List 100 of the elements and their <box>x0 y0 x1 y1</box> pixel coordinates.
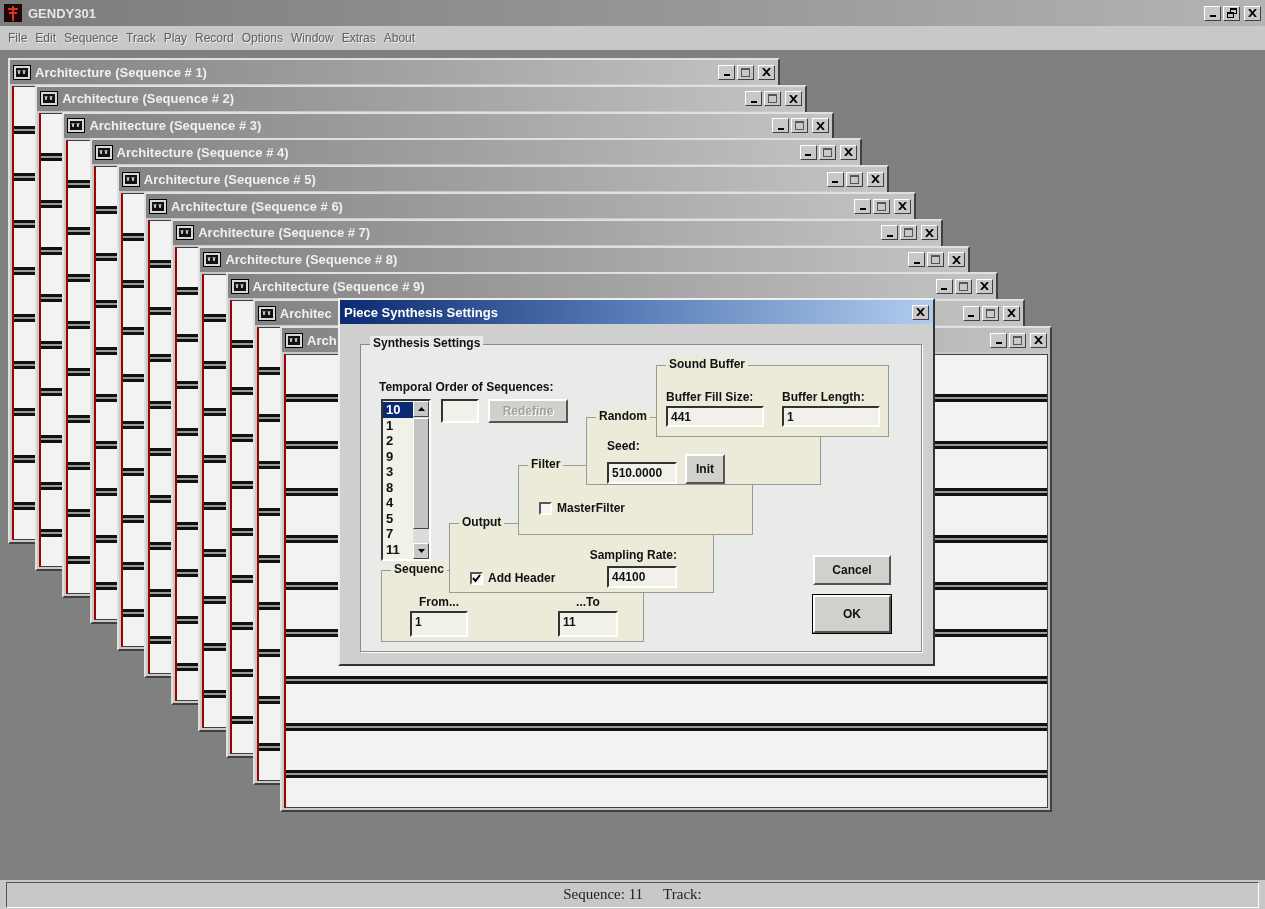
list-label: Temporal Order of Sequences: <box>379 380 554 394</box>
list-item[interactable]: 9 <box>383 448 413 464</box>
group-title: Sound Buffer <box>666 357 748 371</box>
dialog-button[interactable]: Cancel <box>813 555 891 585</box>
close-button[interactable] <box>921 225 939 241</box>
menu-item[interactable]: About <box>379 29 420 47</box>
window-title: Architecture (Sequence # 4) <box>116 144 289 160</box>
group-title: Output <box>459 515 505 529</box>
close-button[interactable] <box>758 64 775 80</box>
maximize-button[interactable] <box>981 305 999 321</box>
input-field[interactable] <box>441 399 479 423</box>
maximize-button[interactable] <box>845 171 863 187</box>
input-field[interactable]: 510.0000 <box>607 462 677 484</box>
menu-item[interactable]: Extras <box>337 29 380 47</box>
close-button[interactable] <box>894 198 911 214</box>
menu-item[interactable]: Track <box>122 29 160 47</box>
maximize-button[interactable] <box>818 144 836 160</box>
minimize-icon <box>859 208 866 210</box>
minimize-button[interactable] <box>854 198 871 214</box>
list-item[interactable]: 4 <box>383 495 413 511</box>
minimize-icon <box>805 154 812 157</box>
close-button[interactable] <box>812 118 830 134</box>
menu-item[interactable]: Edit <box>31 29 61 47</box>
list-item[interactable]: 1 <box>383 417 413 433</box>
close-button[interactable] <box>912 304 929 320</box>
maximize-icon <box>985 308 995 318</box>
group-title: Filter <box>528 457 564 471</box>
list-item[interactable]: 2 <box>383 433 413 449</box>
window-title: Architecture (Sequence # 1) <box>35 64 207 80</box>
minimize-button[interactable] <box>799 144 817 160</box>
menu-item[interactable]: Options <box>237 29 288 47</box>
maximize-icon <box>877 201 886 211</box>
menu-item[interactable]: Record <box>191 29 238 47</box>
window-icon <box>203 252 222 268</box>
input-field[interactable]: 11 <box>558 611 618 637</box>
checkbox[interactable] <box>470 571 483 585</box>
input-field[interactable]: 1 <box>782 406 880 427</box>
window-title: Architecture (Sequence # 3) <box>89 118 262 134</box>
menu-item[interactable]: Play <box>159 29 191 47</box>
input-field[interactable]: 441 <box>666 406 764 427</box>
minimize-button[interactable] <box>908 252 926 268</box>
init-button[interactable]: Init <box>685 454 725 484</box>
minimize-button[interactable] <box>718 64 735 80</box>
minimize-icon <box>968 315 975 318</box>
checkbox[interactable] <box>539 501 552 515</box>
minimize-button[interactable] <box>772 118 790 134</box>
close-button[interactable] <box>839 144 857 160</box>
minimize-icon <box>913 261 920 264</box>
maximize-button[interactable] <box>873 198 890 214</box>
list-item[interactable]: 8 <box>383 479 413 495</box>
menu-item[interactable]: Sequence <box>60 29 123 47</box>
minimize-button[interactable] <box>881 225 899 241</box>
window-title: Architec <box>279 305 332 321</box>
minimize-icon <box>777 127 784 130</box>
input-field[interactable]: 44100 <box>607 566 677 588</box>
maximize-button[interactable] <box>791 118 809 134</box>
maximize-button[interactable] <box>900 225 918 241</box>
maximize-button[interactable] <box>764 91 782 107</box>
dialog-button[interactable]: OK <box>813 595 891 633</box>
menu-item[interactable]: File <box>4 29 32 47</box>
close-button[interactable] <box>948 252 966 268</box>
up-arrow-icon <box>417 407 425 411</box>
sequence-order-list[interactable]: 10 1 2 9 3 8 4 5 7 11 <box>381 399 431 561</box>
minimize-icon <box>995 342 1002 344</box>
close-button[interactable] <box>1002 305 1020 321</box>
scrollbar[interactable] <box>413 401 429 559</box>
close-icon <box>1034 336 1043 344</box>
maximize-button[interactable] <box>954 278 972 294</box>
list-item[interactable]: 11 <box>383 541 413 557</box>
input-field[interactable]: 1 <box>410 611 468 637</box>
maximize-button[interactable] <box>737 64 754 80</box>
close-icon <box>789 94 799 103</box>
minimize-button[interactable] <box>962 305 980 321</box>
list-item[interactable]: 10 <box>383 402 413 418</box>
window-icon <box>176 225 195 241</box>
list-item[interactable]: 7 <box>383 526 413 542</box>
minimize-button[interactable] <box>935 278 953 294</box>
minimize-button[interactable] <box>745 91 763 107</box>
minimize-button[interactable] <box>990 332 1007 348</box>
menu-item[interactable]: Window <box>287 29 338 47</box>
field-label: ...To <box>576 595 600 609</box>
minimize-icon <box>750 100 757 103</box>
list-item[interactable]: 3 <box>383 464 413 480</box>
window-icon <box>40 91 59 107</box>
group-title: Random <box>596 409 650 423</box>
maximize-button[interactable] <box>927 252 945 268</box>
close-button[interactable] <box>975 278 993 294</box>
close-button[interactable] <box>1030 332 1047 348</box>
minimize-icon <box>941 288 948 291</box>
close-icon <box>925 228 935 237</box>
maximize-button[interactable] <box>1009 332 1026 348</box>
minimize-button[interactable] <box>1204 5 1221 21</box>
minimize-button[interactable] <box>826 171 844 187</box>
close-button[interactable] <box>1244 5 1261 21</box>
window-icon <box>67 118 86 134</box>
close-button[interactable] <box>785 91 803 107</box>
maximize-button[interactable] <box>1223 5 1240 21</box>
field-label: Buffer Fill Size: <box>666 390 755 404</box>
list-item[interactable]: 5 <box>383 510 413 526</box>
close-button[interactable] <box>866 171 884 187</box>
